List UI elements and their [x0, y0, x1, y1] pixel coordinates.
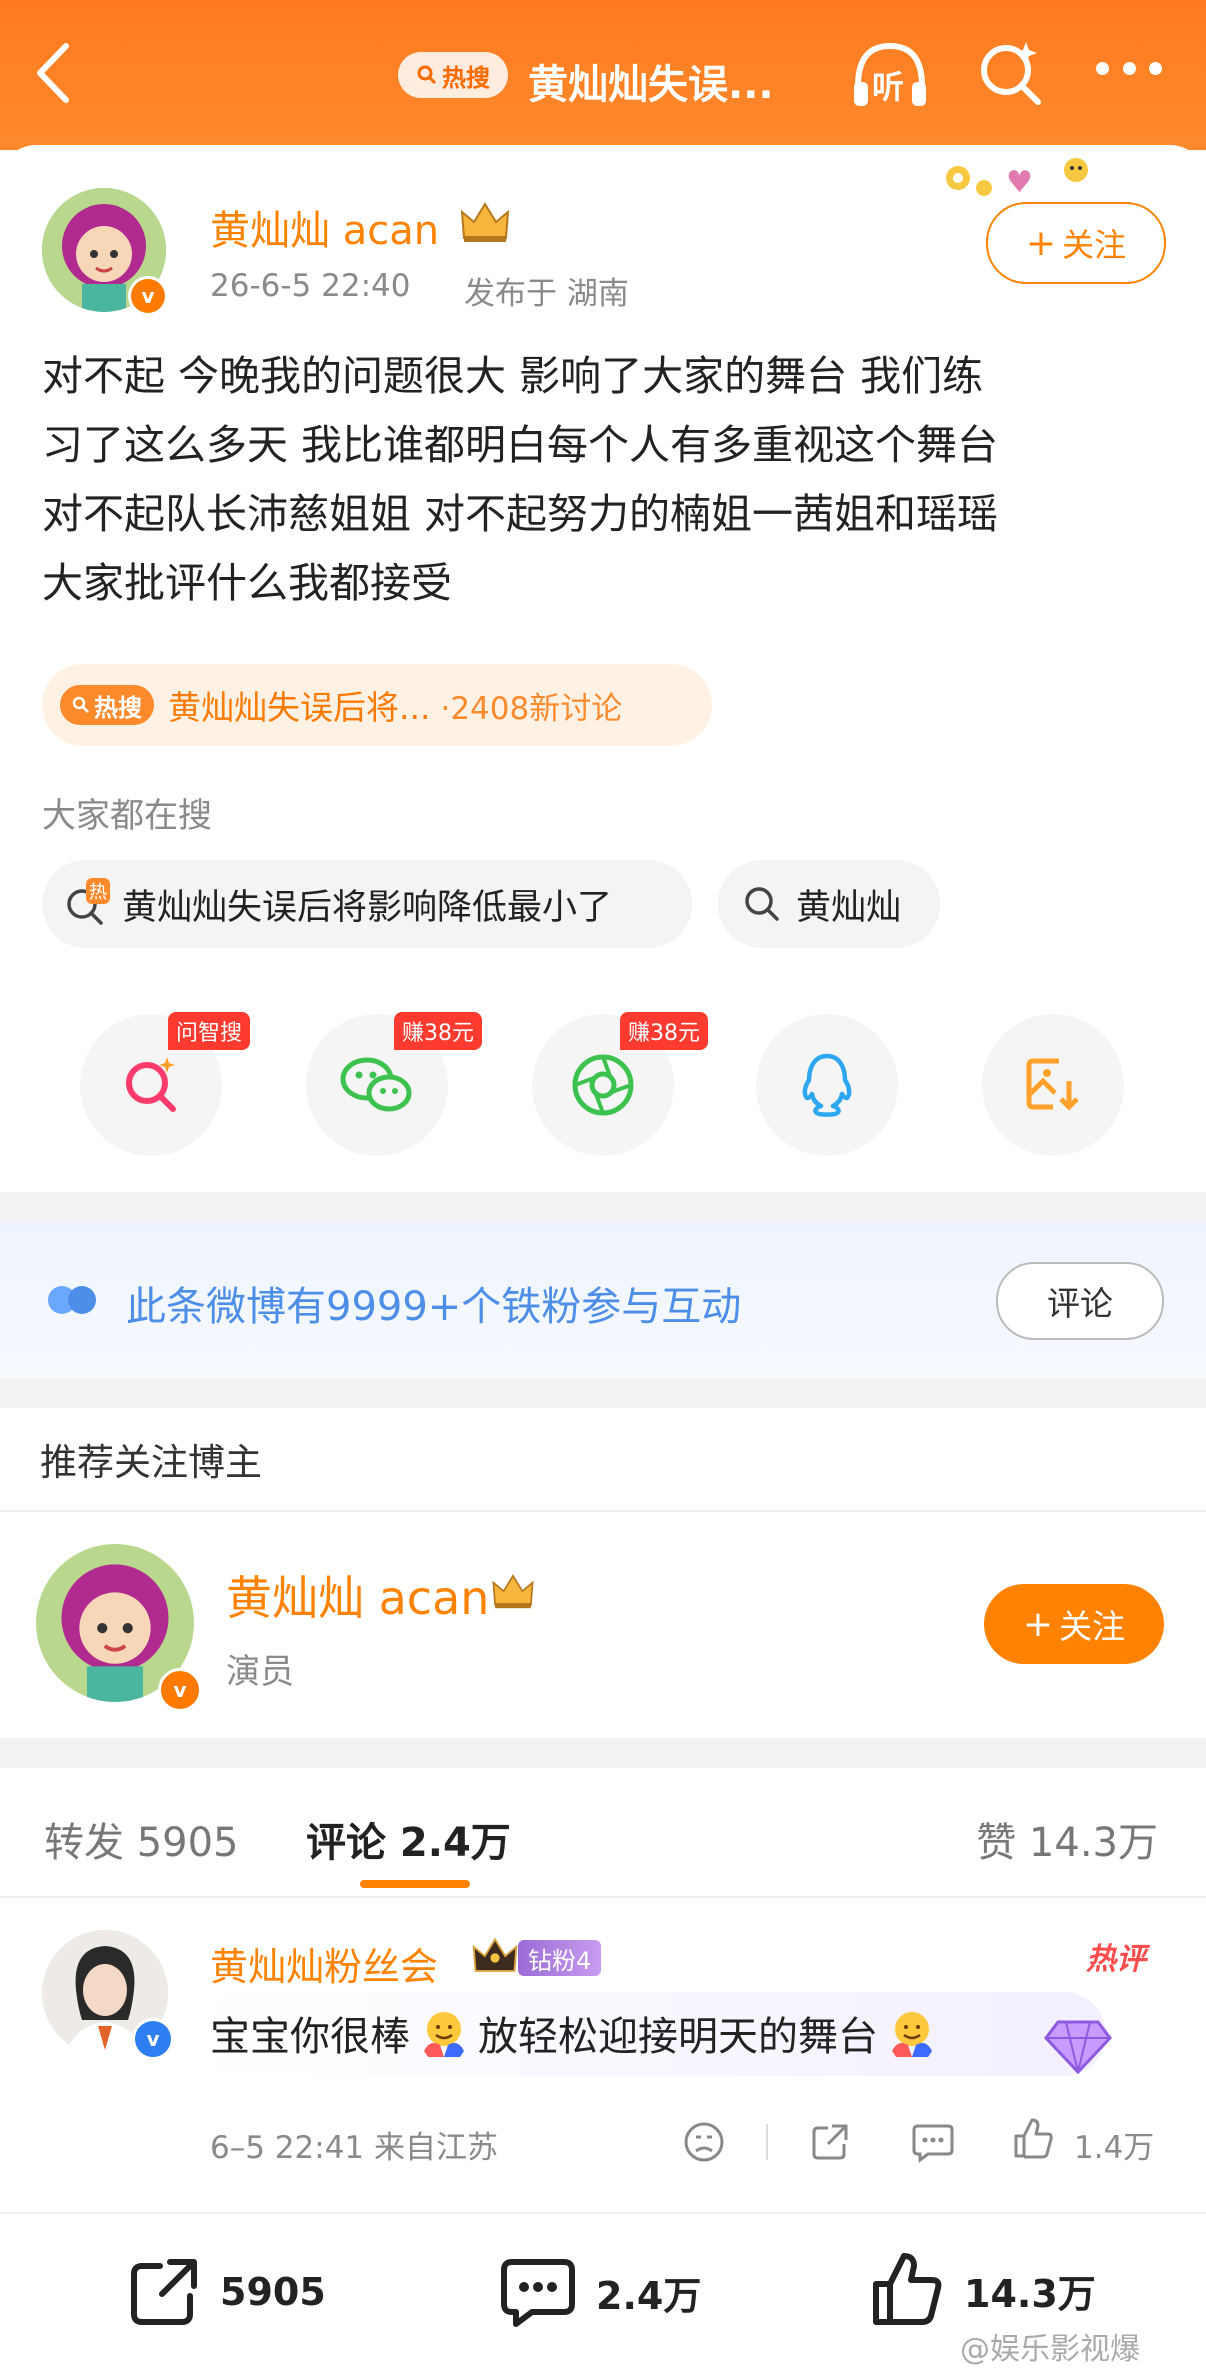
crown-icon [492, 1574, 534, 1609]
fans-banner: 此条微博有9999+个铁粉参与互动 评论 [0, 1222, 1206, 1378]
like-thumb-icon [873, 2253, 942, 2325]
comment-like-count: 1.4万 [1074, 2130, 1155, 2166]
blue-verified-badge-icon: v [132, 2018, 174, 2060]
bottom-repost-button[interactable]: 5905 [126, 2254, 326, 2330]
dislike-face-icon[interactable] [682, 2120, 726, 2164]
fans-banner-text: 此条微博有9999+个铁粉参与互动 [126, 1284, 742, 1330]
hot-search-icon: 热 [64, 878, 110, 926]
search-icon [72, 696, 89, 713]
fans-icon [48, 1286, 96, 1314]
section-divider [0, 1378, 1206, 1408]
hot-topic-text: 黄灿灿失误后将... [168, 688, 431, 727]
hot-topic-tag[interactable]: 热搜 黄灿灿失误后将... ·2408新讨论 [42, 664, 712, 746]
row-divider [0, 1510, 1206, 1512]
like-thumb-icon[interactable] [1010, 2116, 1056, 2162]
verified-badge-icon: v [128, 276, 168, 316]
recommend-name[interactable]: 黄灿灿 acan [226, 1562, 489, 1628]
search-chip-label: 黄灿灿失误后将影响降低最小了 [122, 887, 613, 928]
svg-text:♥: ♥ [1006, 165, 1033, 200]
watermark-text: @娱乐影视爆 [960, 2332, 1140, 2367]
tab-comment[interactable]: 评论 2.4万 [306, 1810, 511, 1868]
fan-level-badge: 钻粉4 [518, 1940, 602, 1976]
flower-decoration-icon: ♥ [946, 158, 1088, 200]
hot-search-badge: 热搜 [60, 685, 154, 725]
recommend-title: 推荐关注博主 [40, 1441, 262, 1484]
comment-user-name[interactable]: 黄灿灿粉丝会 [210, 1936, 438, 1991]
more-dots-icon[interactable] [1096, 62, 1162, 78]
page-title[interactable]: 黄灿灿失误... [528, 52, 774, 110]
hot-pill-label: 热搜 [442, 63, 490, 92]
wechat-icon [340, 1057, 412, 1112]
active-tab-indicator [360, 1880, 470, 1888]
comment-icon [501, 2259, 575, 2327]
share-icon[interactable] [808, 2120, 852, 2164]
post-text-line: 大家批评什么我都接受 [42, 559, 452, 607]
searches-label: 大家都在搜 [42, 796, 212, 836]
share-badge: 问智搜 [168, 1012, 251, 1050]
save-image-icon [1026, 1058, 1079, 1111]
repost-icon [131, 2259, 197, 2325]
bottom-like-button[interactable]: 14.3万 [868, 2250, 1096, 2330]
hug-emoji-icon [892, 2012, 932, 2057]
hot-topic-count: ·2408新讨论 [440, 690, 623, 727]
meta-separator [766, 2124, 768, 2160]
row-divider [0, 1896, 1206, 1898]
search-sparkle-icon[interactable] [976, 38, 1046, 108]
post-text-line: 对不起队长沛慈姐姐 对不起努力的楠姐一茜姐和瑶瑶 [42, 490, 999, 538]
moments-icon [572, 1054, 634, 1116]
bottom-action-bar: 5905 2.4万 14.3万 @娱乐影视爆 [0, 2212, 1206, 2373]
post-text-line: 习了这么多天 我比谁都明白每个人有多重视这个舞台 [42, 421, 999, 469]
post-text-line: 对不起 今晚我的问题很大 影响了大家的舞台 我们练 [42, 352, 984, 400]
search-chip[interactable]: 黄灿灿 [718, 860, 940, 948]
recommend-role: 演员 [226, 1652, 294, 1692]
follow-button[interactable]: + 关注 [986, 202, 1166, 284]
listen-label: 听 [872, 68, 905, 106]
ai-search-icon [126, 1057, 176, 1112]
share-qq[interactable] [756, 1014, 898, 1156]
crown-icon [460, 202, 510, 242]
search-chip-label: 黄灿灿 [796, 887, 902, 928]
qq-icon [802, 1053, 852, 1117]
hot-comment-label: 热评 [1086, 1942, 1146, 1977]
fans-comment-button[interactable]: 评论 [996, 1262, 1164, 1340]
verified-badge-icon: v [158, 1668, 202, 1712]
hot-search-pill[interactable]: 热搜 [398, 52, 508, 98]
post-location: 发布于 湖南 [464, 276, 629, 312]
comment-text: 宝宝你很棒 放轻松迎接明天的舞台 [210, 2004, 938, 2062]
share-save-image[interactable] [982, 1014, 1124, 1156]
recommend-follow-button[interactable]: + 关注 [984, 1584, 1164, 1664]
tab-like[interactable]: 赞 14.3万 [976, 1810, 1158, 1868]
listen-button[interactable]: 听 [848, 34, 932, 114]
post-timestamp: 26-6-5 22:40 [210, 268, 411, 304]
comment-meta: 6–5 22:41 来自江苏 [210, 2130, 498, 2166]
hug-emoji-icon [424, 2012, 464, 2057]
diamond-icon [1044, 2020, 1112, 2075]
search-icon [745, 887, 779, 921]
back-arrow-icon[interactable] [30, 40, 76, 106]
author-name[interactable]: 黄灿灿 acan [210, 198, 439, 256]
crown-icon [472, 1937, 518, 1972]
search-chip[interactable]: 热 黄灿灿失误后将影响降低最小了 [42, 860, 692, 948]
comment-icon[interactable] [910, 2120, 956, 2164]
tab-repost[interactable]: 转发 5905 [44, 1810, 239, 1868]
search-icon [417, 65, 437, 85]
section-divider [0, 1192, 1206, 1222]
bottom-comment-button[interactable]: 2.4万 [498, 2254, 701, 2330]
share-badge: 赚38元 [620, 1012, 708, 1050]
post-text: 对不起 今晚我的问题很大 影响了大家的舞台 我们练 习了这么多天 我比谁都明白每… [42, 342, 1172, 618]
share-badge: 赚38元 [394, 1012, 482, 1050]
section-divider [0, 1738, 1206, 1768]
